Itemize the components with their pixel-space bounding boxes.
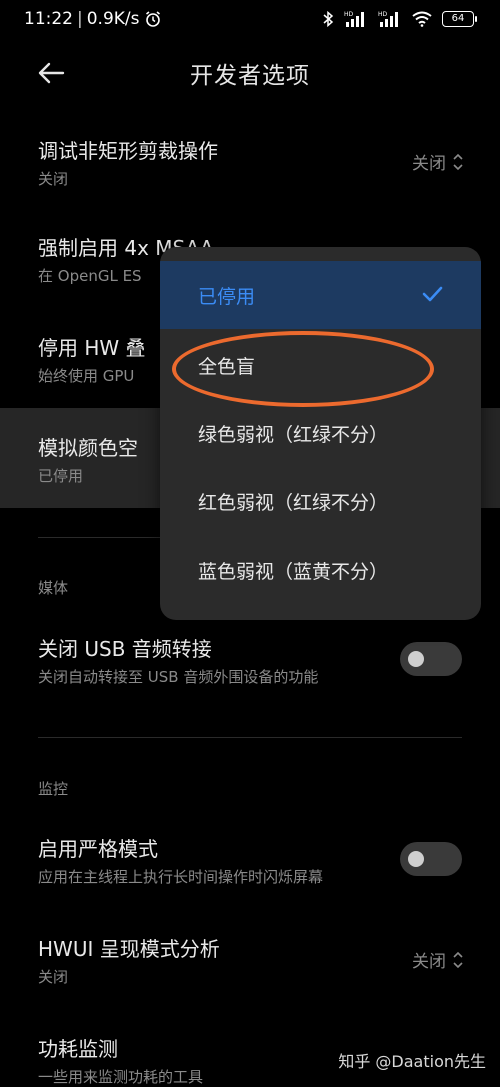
setting-subtitle: 关闭 [38,170,69,188]
divider [38,737,462,738]
checkmark-icon [422,286,443,302]
alarm-icon [145,11,160,27]
select-value-label: 关闭 [412,154,446,174]
setting-subtitle: 关闭 [38,968,69,986]
dropdown-option-protanomaly[interactable]: 红色弱视（红绿不分） [160,467,481,535]
signal-hd-icon-2: HD [378,11,398,27]
svg-text:HD: HD [378,11,388,18]
option-label: 红色弱视（红绿不分） [198,491,389,514]
setting-subtitle: 始终使用 GPU [38,367,135,385]
option-label: 蓝色弱视（蓝黄不分） [198,560,389,583]
dropdown-option-deuteranomaly[interactable]: 绿色弱视（红绿不分） [160,399,481,467]
section-label-monitor: 监控 [38,780,69,798]
clock: 11:22 [24,9,73,29]
setting-title: 启用严格模式 [38,837,158,861]
setting-title: 功耗监测 [38,1037,118,1061]
option-label: 绿色弱视（红绿不分） [198,423,389,446]
select-value-label: 关闭 [412,952,446,972]
wifi-icon [412,11,432,27]
separator: | [77,9,83,29]
bluetooth-icon [323,10,334,28]
up-down-chevron-icon [453,153,463,170]
setting-subtitle: 一些用来监测功耗的工具 [38,1068,204,1086]
usb-audio-toggle[interactable] [400,642,462,676]
setting-title: 模拟颜色空 [38,436,138,460]
setting-debug-nonrect-clip[interactable]: 调试非矩形剪裁操作 关闭 关闭 [0,120,500,206]
setting-disable-usb-audio[interactable]: 关闭 USB 音频转接 关闭自动转接至 USB 音频外围设备的功能 [0,620,500,700]
setting-hwui-profile[interactable]: HWUI 呈现模式分析 关闭 关闭 [0,920,500,1000]
dropdown-option-tritanomaly[interactable]: 蓝色弱视（蓝黄不分） [160,536,481,604]
toggle-knob [408,651,424,667]
toggle-knob [408,851,424,867]
svg-text:HD: HD [344,11,354,18]
setting-subtitle: 已停用 [38,467,84,485]
section-label-media: 媒体 [38,579,69,597]
select-value[interactable]: 关闭 [412,149,464,174]
option-label: 已停用 [198,285,256,308]
color-space-dropdown: 已停用 全色盲 绿色弱视（红绿不分） 红色弱视（红绿不分） 蓝色弱视（蓝黄不分） [160,247,481,620]
signal-hd-icon-1: HD [344,11,364,27]
up-down-chevron-icon [453,951,463,968]
setting-strict-mode[interactable]: 启用严格模式 应用在主线程上执行长时间操作时闪烁屏幕 [0,820,500,900]
setting-title: 停用 HW 叠 [38,336,146,360]
status-bar-right: HD HD 64 [322,10,477,28]
battery-icon: 64 [442,11,477,27]
annotation-ellipse [172,331,434,407]
network-speed: 0.9K/s [86,9,140,29]
setting-subtitle: 应用在主线程上执行长时间操作时闪烁屏幕 [38,868,324,886]
setting-title: 关闭 USB 音频转接 [38,637,212,661]
dropdown-option-disabled[interactable]: 已停用 [160,261,481,329]
strict-mode-toggle[interactable] [400,842,462,876]
status-bar-left: 11:22 | 0.9K/s [24,9,162,29]
select-value[interactable]: 关闭 [412,947,464,972]
setting-subtitle: 在 OpenGL ES [38,267,142,285]
setting-subtitle: 关闭自动转接至 USB 音频外围设备的功能 [38,668,319,686]
watermark: 知乎 @Daation先生 [338,1052,486,1071]
setting-title: 调试非矩形剪裁操作 [38,139,218,163]
page-title: 开发者选项 [190,63,310,89]
setting-title: HWUI 呈现模式分析 [38,937,220,961]
